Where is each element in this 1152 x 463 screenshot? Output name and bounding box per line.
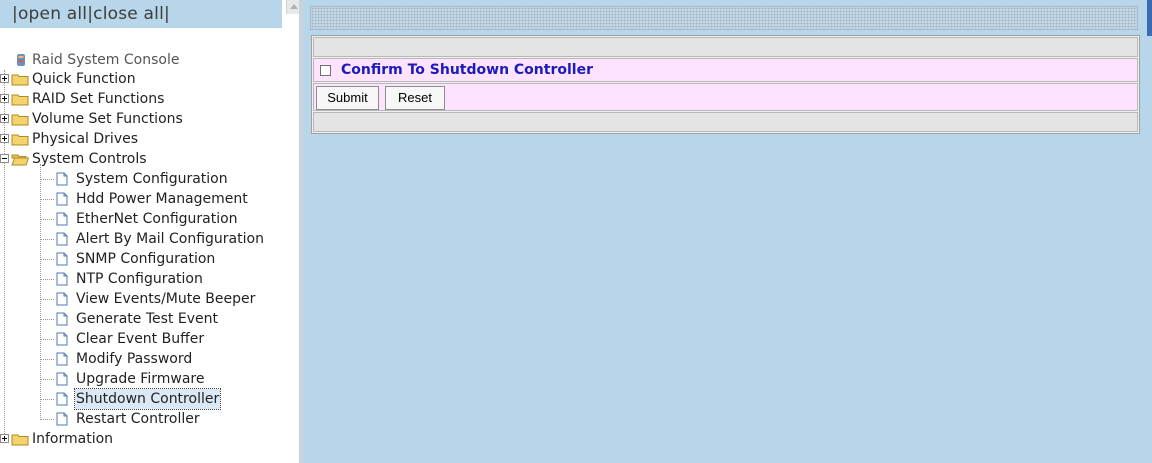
form-header-row — [313, 37, 1138, 57]
tree-connector — [40, 379, 54, 380]
plus-expander-icon[interactable] — [0, 134, 9, 143]
tree-item-label: EtherNet Configuration — [76, 211, 238, 227]
document-icon — [56, 332, 68, 346]
folder-icon — [11, 74, 29, 86]
tree-folder-information[interactable]: Information — [0, 429, 280, 449]
document-icon — [56, 232, 68, 246]
scroll-up-button[interactable] — [286, 0, 300, 14]
tree-folder-label: Volume Set Functions — [32, 111, 183, 127]
tree-toolbar: |open all|close all| — [0, 0, 282, 28]
plus-expander-icon[interactable] — [0, 74, 9, 83]
tree-connector — [40, 179, 54, 180]
document-icon — [56, 372, 68, 386]
tree-item-snmp-configuration[interactable]: SNMP Configuration — [40, 249, 280, 269]
tree-connector — [40, 219, 54, 220]
tree-item-label: SNMP Configuration — [76, 251, 216, 267]
form-footer-row — [313, 112, 1138, 132]
folder-icon — [11, 134, 29, 146]
tree-item-generate-test-event[interactable]: Generate Test Event — [40, 309, 280, 329]
tree-item-label: View Events/Mute Beeper — [76, 291, 256, 307]
tree-folder-label: Information — [32, 431, 114, 447]
close-all-link[interactable]: close all — [93, 4, 164, 24]
tree-item-label: Upgrade Firmware — [76, 371, 205, 387]
open-folder-icon — [11, 154, 29, 166]
document-icon — [56, 352, 68, 366]
document-icon — [56, 172, 68, 186]
tree-folder-raid-set-functions[interactable]: RAID Set Functions — [0, 89, 280, 109]
tree-folder-label: Physical Drives — [32, 131, 139, 147]
tree-folder-volume-set-functions[interactable]: Volume Set Functions — [0, 109, 280, 129]
folder-icon — [11, 94, 29, 106]
button-row: Submit Reset — [313, 83, 1138, 111]
confirm-shutdown-label[interactable]: Confirm To Shutdown Controller — [341, 62, 593, 78]
tree-connector — [40, 419, 54, 420]
tree-connector — [40, 359, 54, 360]
plus-expander-icon[interactable] — [0, 114, 9, 123]
folder-icon — [11, 434, 29, 446]
open-all-link[interactable]: open all — [18, 4, 87, 24]
document-icon — [56, 392, 68, 406]
tree-item-label: System Configuration — [76, 171, 228, 187]
toolbar-divider: | — [164, 4, 170, 24]
submit-button[interactable]: Submit — [316, 86, 379, 110]
document-icon — [56, 212, 68, 226]
header-band — [310, 6, 1138, 30]
plus-expander-icon[interactable] — [0, 94, 9, 103]
plus-expander-icon[interactable] — [0, 434, 9, 443]
document-icon — [56, 412, 68, 426]
reset-button[interactable]: Reset — [385, 86, 445, 110]
tree-item-view-events-mute-beeper[interactable]: View Events/Mute Beeper — [40, 289, 280, 309]
window-edge — [1147, 0, 1152, 36]
tree-connector — [40, 399, 54, 400]
tree-connector — [40, 319, 54, 320]
tree-item-ethernet-configuration[interactable]: EtherNet Configuration — [40, 209, 280, 229]
tree-connector — [40, 259, 54, 260]
document-icon — [56, 292, 68, 306]
tree-item-alert-by-mail-configuration[interactable]: Alert By Mail Configuration — [40, 229, 280, 249]
document-icon — [56, 252, 68, 266]
tree-item-clear-event-buffer[interactable]: Clear Event Buffer — [40, 329, 280, 349]
confirm-row: Confirm To Shutdown Controller — [313, 58, 1138, 82]
tree-connector — [40, 279, 54, 280]
tree-connector — [40, 199, 54, 200]
tree-item-restart-controller[interactable]: Restart Controller — [40, 409, 280, 429]
document-icon — [56, 312, 68, 326]
shutdown-form: Confirm To Shutdown Controller Submit Re… — [311, 35, 1140, 134]
tree-folder-label: RAID Set Functions — [32, 91, 165, 107]
tree-folder-system-controls[interactable]: System Controls — [0, 149, 280, 169]
tree-folder-physical-drives[interactable]: Physical Drives — [0, 129, 280, 149]
document-icon — [56, 192, 68, 206]
minus-expander-icon[interactable] — [0, 154, 9, 163]
tree-item-label: Clear Event Buffer — [76, 331, 205, 347]
tree-item-modify-password[interactable]: Modify Password — [40, 349, 280, 369]
tree-item-label: Generate Test Event — [76, 311, 218, 327]
confirm-shutdown-checkbox[interactable] — [320, 65, 331, 76]
tree-connector — [40, 339, 54, 340]
tree-item-label-selected: Shutdown Controller — [73, 388, 222, 410]
folder-icon — [11, 114, 29, 126]
tree-item-shutdown-controller[interactable]: Shutdown Controller — [40, 388, 280, 410]
tree-item-label: NTP Configuration — [76, 271, 203, 287]
tree-folder-quick-function[interactable]: Quick Function — [0, 69, 280, 89]
tree-toolbar-text: |open all|close all| — [12, 4, 170, 24]
tree-connector — [40, 239, 54, 240]
tree-root-label: Raid System Console — [32, 52, 180, 68]
document-icon — [56, 272, 68, 286]
raid-console-icon — [17, 54, 25, 66]
tree-item-upgrade-firmware[interactable]: Upgrade Firmware — [40, 369, 280, 389]
content-pane: Confirm To Shutdown Controller Submit Re… — [304, 0, 1152, 463]
tree-item-label: Modify Password — [76, 351, 193, 367]
tree-item-system-configuration[interactable]: System Configuration — [40, 169, 280, 189]
tree-item-label: Alert By Mail Configuration — [76, 231, 264, 247]
tree-folder-label: System Controls — [32, 151, 147, 167]
tree-folder-label: Quick Function — [32, 71, 136, 87]
navigation-pane: |open all|close all| Raid System Console… — [0, 0, 282, 463]
tree-connector — [40, 299, 54, 300]
tree-item-ntp-configuration[interactable]: NTP Configuration — [40, 269, 280, 289]
tree-item-label: Hdd Power Management — [76, 191, 248, 207]
tree-item-label: Restart Controller — [76, 411, 200, 427]
tree-item-hdd-power-management[interactable]: Hdd Power Management — [40, 189, 280, 209]
scroll-up-arrow-icon — [290, 4, 298, 9]
